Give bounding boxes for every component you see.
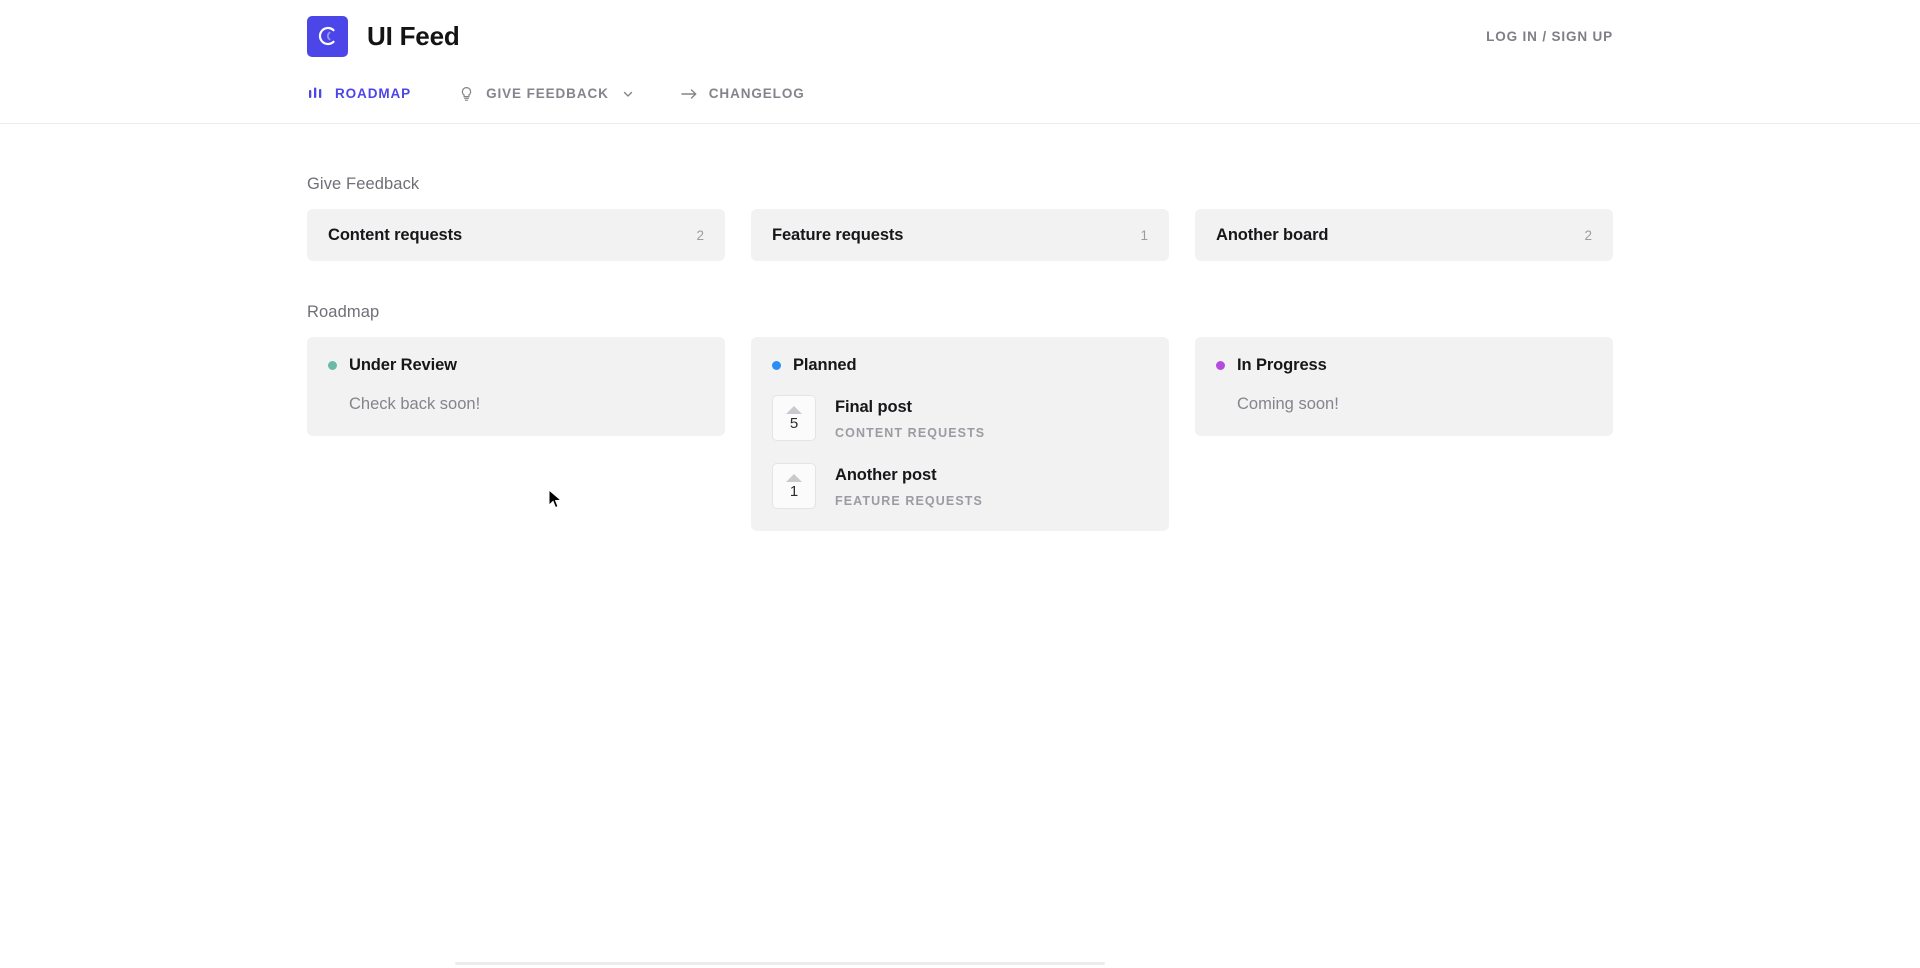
status-dot-icon: [328, 361, 337, 370]
roadmap-column-header: Under Review: [328, 356, 704, 375]
board-card[interactable]: Another board 2: [1195, 209, 1613, 261]
page-title: UI Feed: [367, 23, 460, 49]
roadmap-column-header: Planned: [772, 356, 1148, 375]
roadmap-column-header: In Progress: [1216, 356, 1592, 375]
letter-c-logo-icon: [307, 16, 348, 57]
chevron-down-icon[interactable]: [622, 88, 634, 100]
scrollbar-thumb[interactable]: [455, 962, 1105, 965]
roadmap-section-label: Roadmap: [307, 303, 1613, 322]
roadmap-column-in-progress: In Progress Coming soon!: [1195, 337, 1613, 436]
upvote-arrow-icon: [786, 406, 802, 414]
lightbulb-icon: [458, 85, 475, 102]
roadmap-post-item[interactable]: 1 Another post FEATURE REQUESTS: [772, 463, 1148, 509]
roadmap-empty-text: Coming soon!: [1216, 395, 1592, 414]
roadmap-column-under-review: Under Review Check back soon!: [307, 337, 725, 436]
post-board-label: CONTENT REQUESTS: [835, 426, 985, 440]
upvote-arrow-icon: [786, 474, 802, 482]
post-title: Final post: [835, 398, 985, 417]
roadmap-column-title: Planned: [793, 356, 856, 375]
site-header: UI Feed LOG IN / SIGN UP ROADMAP: [0, 0, 1920, 124]
tab-give-feedback-label: GIVE FEEDBACK: [486, 86, 609, 101]
arrow-right-icon: [681, 85, 698, 102]
post-body: Another post FEATURE REQUESTS: [835, 463, 983, 508]
board-name: Content requests: [328, 226, 462, 245]
board-name: Another board: [1216, 226, 1328, 245]
board-card[interactable]: Content requests 2: [307, 209, 725, 261]
header-inner: UI Feed LOG IN / SIGN UP ROADMAP: [307, 0, 1613, 114]
post-title: Another post: [835, 466, 983, 485]
roadmap-grid: Under Review Check back soon! Planned 5 …: [307, 337, 1613, 531]
board-grid: Content requests 2 Feature requests 1 An…: [307, 209, 1613, 261]
login-signup-link[interactable]: LOG IN / SIGN UP: [1486, 29, 1613, 44]
roadmap-column-title: Under Review: [349, 356, 457, 375]
status-dot-icon: [1216, 361, 1225, 370]
post-body: Final post CONTENT REQUESTS: [835, 395, 985, 440]
board-count: 1: [1140, 228, 1148, 243]
roadmap-empty-text: Check back soon!: [328, 395, 704, 414]
board-card[interactable]: Feature requests 1: [751, 209, 1169, 261]
board-count: 2: [1584, 228, 1592, 243]
roadmap-column-title: In Progress: [1237, 356, 1327, 375]
status-dot-icon: [772, 361, 781, 370]
tab-roadmap[interactable]: ROADMAP: [307, 73, 411, 114]
brand-row: UI Feed LOG IN / SIGN UP: [307, 0, 1613, 63]
tab-changelog[interactable]: CHANGELOG: [681, 73, 805, 114]
give-feedback-section-label: Give Feedback: [307, 175, 1613, 194]
bar-chart-icon: [307, 85, 324, 102]
main-content: Give Feedback Content requests 2 Feature…: [307, 124, 1613, 531]
board-count: 2: [696, 228, 704, 243]
upvote-count: 1: [790, 484, 798, 499]
post-board-label: FEATURE REQUESTS: [835, 494, 983, 508]
section-spacer: [307, 261, 1613, 303]
upvote-count: 5: [790, 416, 798, 431]
upvote-button[interactable]: 5: [772, 395, 816, 441]
brand[interactable]: UI Feed: [307, 16, 460, 57]
upvote-button[interactable]: 1: [772, 463, 816, 509]
board-name: Feature requests: [772, 226, 903, 245]
tab-give-feedback[interactable]: GIVE FEEDBACK: [458, 73, 634, 114]
horizontal-scrollbar[interactable]: [0, 959, 1920, 968]
roadmap-column-planned: Planned 5 Final post CONTENT REQUESTS: [751, 337, 1169, 531]
app-root: UI Feed LOG IN / SIGN UP ROADMAP: [0, 0, 1920, 968]
main-nav: ROADMAP GIVE FEEDBACK: [307, 63, 1613, 114]
tab-roadmap-label: ROADMAP: [335, 86, 411, 101]
tab-changelog-label: CHANGELOG: [709, 86, 805, 101]
roadmap-post-item[interactable]: 5 Final post CONTENT REQUESTS: [772, 395, 1148, 441]
